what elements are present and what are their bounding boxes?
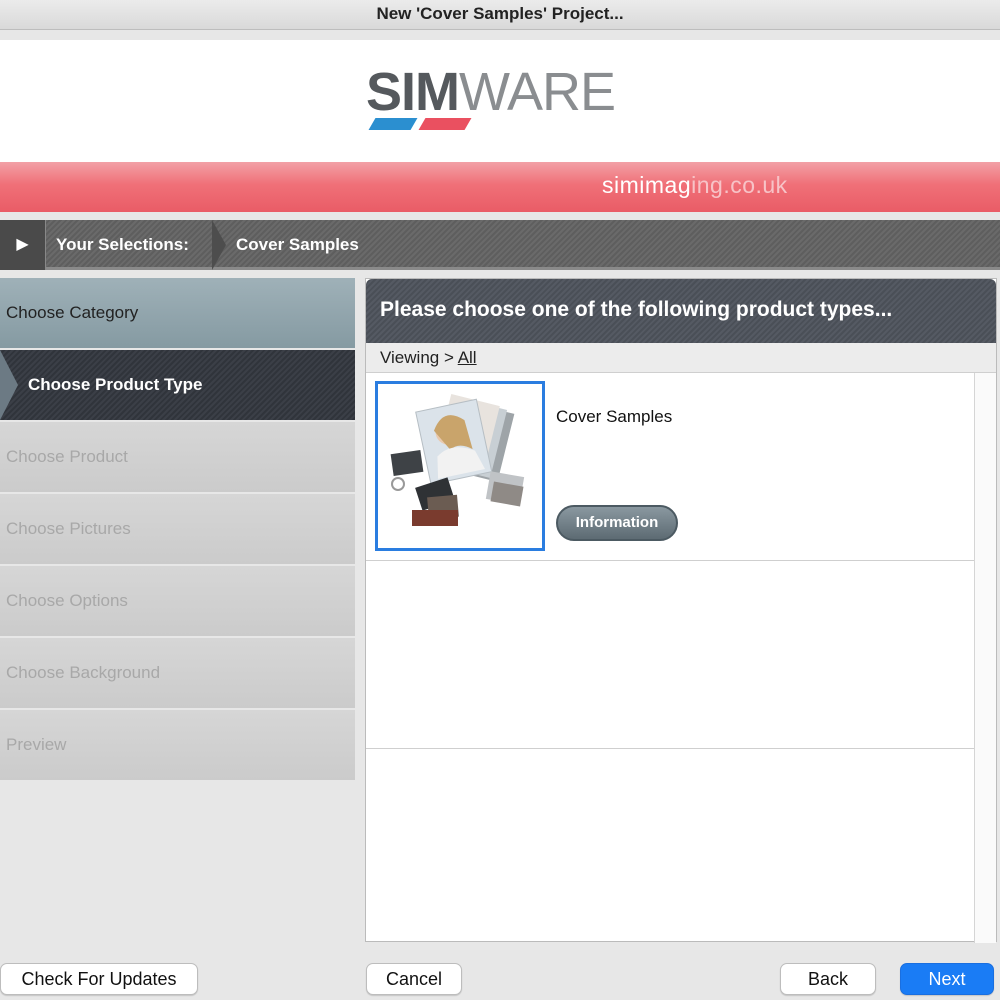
empty-product-row: [366, 561, 974, 749]
site-url-main: simimag: [602, 172, 692, 198]
site-url: simimaging.co.uk: [602, 172, 788, 199]
panel-heading: Please choose one of the following produ…: [366, 279, 996, 343]
viewing-filter: Viewing > All: [366, 343, 996, 373]
play-arrow-icon: ▶: [16, 236, 29, 253]
viewing-prefix: Viewing >: [380, 348, 454, 367]
logo-blue-stripe: [368, 118, 418, 130]
back-button[interactable]: Back: [780, 963, 876, 995]
step-choose-pictures: Choose Pictures: [0, 494, 355, 564]
information-button[interactable]: Information: [556, 505, 678, 541]
active-step-arrow-icon: [0, 350, 18, 420]
simware-logo: SIMWARE: [366, 62, 616, 122]
logo-text-light: WARE: [459, 62, 616, 122]
step-choose-options: Choose Options: [0, 566, 355, 636]
product-name: Cover Samples: [556, 407, 673, 426]
step-preview: Preview: [0, 710, 355, 780]
wizard-steps: Choose Category Choose Product Type Choo…: [0, 278, 355, 782]
check-for-updates-button[interactable]: Check For Updates: [0, 963, 198, 995]
selections-label: Your Selections:: [56, 235, 189, 254]
cancel-button[interactable]: Cancel: [366, 963, 462, 995]
site-url-faded: ing.co.uk: [691, 172, 788, 198]
product-thumbnail[interactable]: [375, 381, 545, 551]
step-choose-background: Choose Background: [0, 638, 355, 708]
expand-selections-button[interactable]: ▶: [0, 220, 46, 270]
breadcrumb-chevron-icon: [212, 220, 226, 270]
selection-breadcrumb: ▶ Your Selections: Cover Samples: [0, 220, 1000, 270]
product-row[interactable]: Cover Samples Information: [366, 373, 974, 561]
logo-text-bold: SIM: [366, 62, 460, 122]
viewing-all-link[interactable]: All: [458, 348, 477, 367]
step-choose-product-type[interactable]: Choose Product Type: [0, 350, 355, 420]
list-scrollbar[interactable]: [974, 373, 996, 943]
logo-header: SIMWARE: [0, 40, 1000, 162]
step-choose-product: Choose Product: [0, 422, 355, 492]
product-type-list: Cover Samples Information: [366, 373, 974, 943]
product-type-panel: Please choose one of the following produ…: [365, 278, 997, 943]
selections-value: Cover Samples: [236, 235, 359, 254]
step-label: Choose Product Type: [28, 375, 203, 394]
brand-banner: simimaging.co.uk: [0, 162, 1000, 212]
logo-red-stripe: [418, 118, 472, 130]
next-button[interactable]: Next: [900, 963, 994, 995]
step-choose-category[interactable]: Choose Category: [0, 278, 355, 348]
window-title: New 'Cover Samples' Project...: [0, 0, 1000, 30]
cover-samples-image: [378, 384, 542, 548]
